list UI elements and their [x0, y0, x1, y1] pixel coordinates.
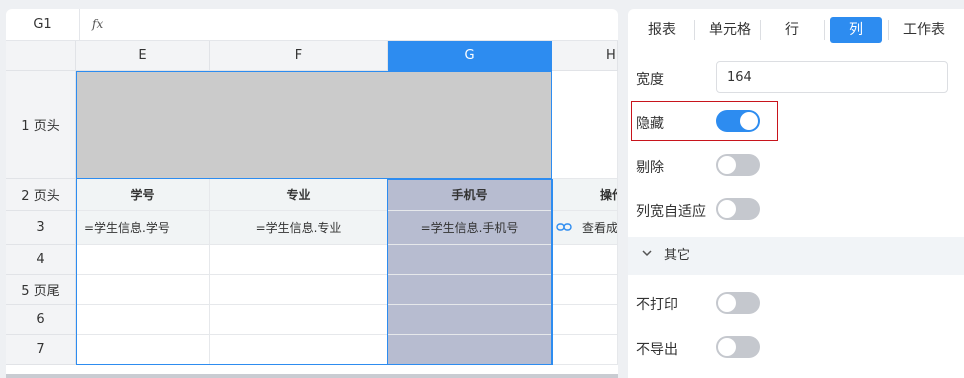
cell-g2[interactable]: 手机号 — [388, 179, 552, 211]
column-header-e[interactable]: E — [76, 41, 210, 71]
toggle-knob — [718, 156, 736, 174]
tab-divider — [824, 20, 825, 40]
tab-worksheet[interactable]: 工作表 — [896, 17, 952, 43]
tab-report[interactable]: 报表 — [640, 17, 684, 43]
autofit-toggle[interactable] — [716, 198, 760, 220]
delete-label: 剔除 — [636, 160, 664, 176]
other-section-header[interactable]: 其它 — [628, 237, 964, 275]
no-print-toggle[interactable] — [716, 292, 760, 314]
cell-h3[interactable]: 查看成 — [552, 211, 618, 245]
toggle-knob — [718, 338, 736, 356]
cell-f6[interactable] — [210, 305, 388, 335]
row-header-3[interactable]: 3 — [6, 211, 76, 245]
chevron-down-icon — [642, 250, 652, 257]
delete-toggle[interactable] — [716, 154, 760, 176]
hidden-label: 隐藏 — [636, 116, 664, 132]
row-header-4[interactable]: 4 — [6, 245, 76, 275]
sheet-grid: E F G H 1 页头 2 页头 3 4 5 页尾 6 7 学号 专业 手机号… — [6, 41, 618, 378]
cell-f3[interactable]: =学生信息.专业 — [210, 211, 388, 245]
tab-divider — [888, 20, 889, 40]
row-header-1[interactable]: 1 页头 — [6, 71, 76, 179]
cell-f7[interactable] — [210, 335, 388, 365]
column-header-h[interactable]: H — [552, 41, 618, 71]
cell-e2[interactable]: 学号 — [76, 179, 210, 211]
cell-e3[interactable]: =学生信息.学号 — [76, 211, 210, 245]
cell-e5[interactable] — [76, 275, 210, 305]
formula-bar: G1 fx — [6, 9, 618, 41]
cell-e4[interactable] — [76, 245, 210, 275]
cell-f4[interactable] — [210, 245, 388, 275]
autofit-label: 列宽自适应 — [636, 204, 706, 220]
cell-f2[interactable]: 专业 — [210, 179, 388, 211]
cell-reference-box[interactable]: G1 — [6, 9, 80, 41]
cell-e7[interactable] — [76, 335, 210, 365]
tab-divider — [694, 20, 695, 40]
cell-g5[interactable] — [388, 275, 552, 305]
toggle-knob — [740, 112, 758, 130]
width-label: 宽度 — [636, 72, 664, 88]
cell-g3[interactable]: =学生信息.手机号 — [388, 211, 552, 245]
merged-header-cell[interactable] — [76, 71, 552, 179]
cell-h2[interactable]: 操作 — [552, 179, 618, 211]
cell-h4[interactable] — [552, 245, 618, 275]
column-header-g[interactable]: G — [388, 41, 552, 71]
no-export-label: 不导出 — [636, 342, 678, 358]
no-print-label: 不打印 — [636, 297, 678, 313]
tab-divider — [760, 20, 761, 40]
cell-g6[interactable] — [388, 305, 552, 335]
cell-h7[interactable] — [552, 335, 618, 365]
fx-icon: fx — [92, 17, 104, 31]
cell-g4[interactable] — [388, 245, 552, 275]
width-input[interactable] — [716, 61, 948, 93]
cell-h5[interactable] — [552, 275, 618, 305]
cell-f5[interactable] — [210, 275, 388, 305]
cell-h6[interactable] — [552, 305, 618, 335]
panel-tabs: 报表 单元格 行 列 工作表 — [628, 9, 964, 49]
formula-input[interactable] — [118, 13, 608, 37]
cell-e6[interactable] — [76, 305, 210, 335]
cell-g7[interactable] — [388, 335, 552, 365]
cell-h1[interactable] — [552, 71, 618, 179]
tab-row[interactable]: 行 — [774, 17, 810, 43]
select-all-corner[interactable] — [6, 41, 76, 71]
column-header-f[interactable]: F — [210, 41, 388, 71]
horizontal-scrollbar[interactable] — [6, 374, 618, 378]
spreadsheet: G1 fx E F G H 1 页头 2 页头 3 4 5 页尾 6 7 学号 … — [6, 9, 618, 378]
hidden-toggle[interactable] — [716, 110, 760, 132]
toggle-knob — [718, 294, 736, 312]
row-header-7[interactable]: 7 — [6, 335, 76, 365]
tab-cell[interactable]: 单元格 — [702, 17, 758, 43]
toggle-knob — [718, 200, 736, 218]
no-export-toggle[interactable] — [716, 336, 760, 358]
section-title: 其它 — [664, 248, 691, 263]
tab-column[interactable]: 列 — [830, 17, 882, 43]
row-header-6[interactable]: 6 — [6, 305, 76, 335]
properties-panel: 报表 单元格 行 列 工作表 宽度 隐藏 剔除 列宽自适应 其它 不打印 不导出 — [628, 9, 964, 378]
view-link[interactable]: 查看成 — [582, 219, 617, 236]
row-header-2[interactable]: 2 页头 — [6, 179, 76, 211]
link-icon — [556, 220, 572, 236]
row-header-5[interactable]: 5 页尾 — [6, 275, 76, 305]
